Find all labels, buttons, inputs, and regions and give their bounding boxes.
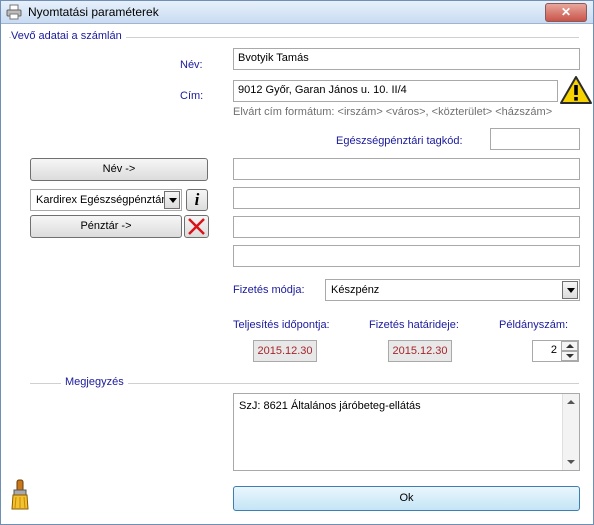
fund-select[interactable]: Kardirex Egészségpénztár (30, 189, 182, 211)
address-input[interactable]: 9012 Győr, Garan János u. 10. II/4 (233, 80, 558, 102)
extra-line-input[interactable] (233, 216, 580, 238)
fund-copy-button[interactable]: Pénztár -> (30, 215, 182, 238)
address-format-hint: Elvárt cím formátum: <irszám> <város>, <… (233, 106, 553, 118)
name-copy-button[interactable]: Név -> (30, 158, 208, 181)
extra-line-input[interactable] (233, 187, 580, 209)
copies-stepper[interactable] (561, 341, 578, 361)
address-label: Cím: (180, 90, 204, 102)
chevron-up-icon (566, 344, 574, 348)
group-title-notes: Megjegyzés (61, 376, 128, 388)
group-title-buyer: Vevő adatai a számlán (11, 30, 126, 42)
payment-method-label: Fizetés módja: (233, 284, 305, 296)
extra-line-input[interactable] (233, 158, 580, 180)
stepper-down-button[interactable] (561, 351, 578, 361)
window-title: Nyomtatási paraméterek (28, 5, 159, 19)
health-fund-code-label: Egészségpénztári tagkód: (336, 135, 463, 147)
info-button[interactable]: i (186, 189, 208, 211)
performance-date-field[interactable]: 2015.12.30 (253, 340, 317, 362)
name-label: Név: (180, 59, 203, 71)
chevron-down-icon (566, 354, 574, 358)
performance-date-label: Teljesítés időpontja: (233, 319, 330, 331)
dialog-window: Nyomtatási paraméterek ✕ Vevő adatai a s… (0, 0, 594, 525)
chevron-down-icon[interactable] (567, 460, 575, 464)
title-bar: Nyomtatási paraméterek ✕ (1, 1, 593, 24)
notes-textarea[interactable]: SzJ: 8621 Általános járóbeteg-ellátás (233, 393, 580, 471)
notes-text: SzJ: 8621 Általános járóbeteg-ellátás (239, 400, 421, 412)
notes-scrollbar[interactable] (562, 394, 579, 470)
chevron-down-icon[interactable] (164, 191, 180, 209)
dialog-content: Vevő adatai a számlán Név: Bvotyik Tamás… (1, 24, 593, 524)
chevron-down-icon[interactable] (562, 281, 578, 299)
delete-x-icon (188, 218, 205, 235)
printer-icon (6, 4, 22, 20)
close-button[interactable]: ✕ (545, 3, 587, 22)
extra-line-input[interactable] (233, 245, 580, 267)
name-input[interactable]: Bvotyik Tamás (233, 48, 580, 70)
payment-method-value: Készpénz (331, 284, 380, 296)
due-date-label: Fizetés határideje: (369, 319, 459, 331)
fund-select-value: Kardirex Egészségpénztár (36, 194, 166, 206)
warning-icon (560, 76, 592, 104)
stepper-up-button[interactable] (561, 341, 578, 351)
ok-button[interactable]: Ok (233, 486, 580, 511)
copies-label: Példányszám: (499, 319, 569, 331)
payment-method-select[interactable]: Készpénz (325, 279, 580, 301)
chevron-up-icon[interactable] (567, 400, 575, 404)
brush-icon[interactable] (9, 479, 31, 511)
info-icon: i (194, 190, 200, 209)
due-date-field[interactable]: 2015.12.30 (388, 340, 452, 362)
health-fund-code-input[interactable] (490, 128, 580, 150)
delete-button[interactable] (184, 215, 209, 238)
